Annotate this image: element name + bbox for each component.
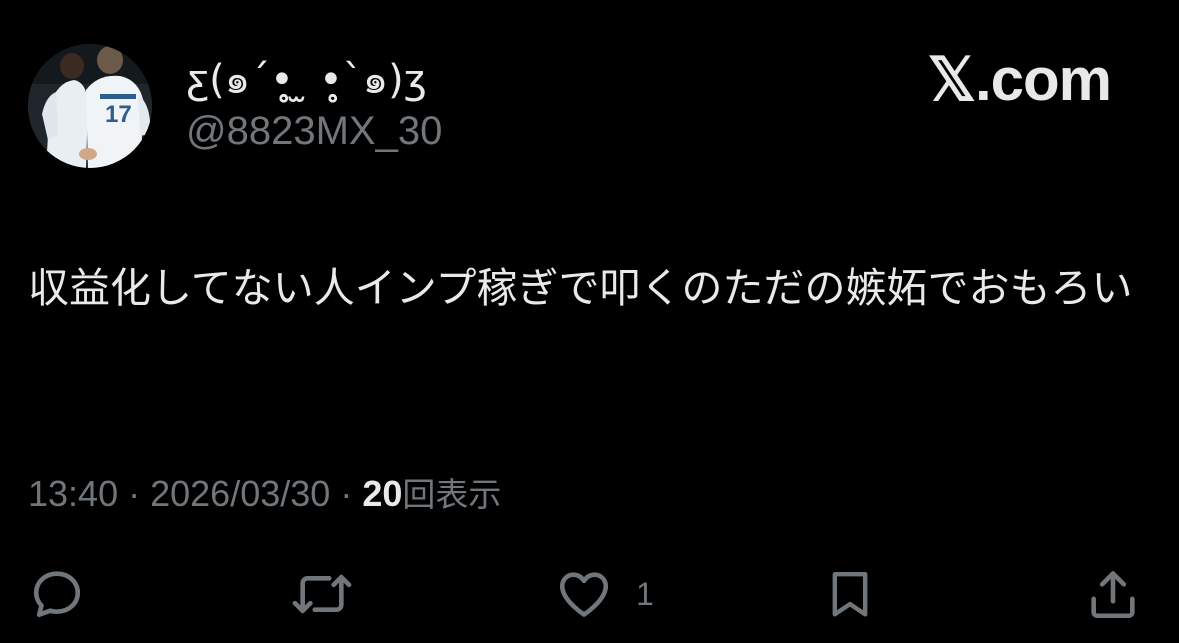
share-icon	[1091, 571, 1135, 619]
profile-photo: 17	[28, 44, 152, 168]
reply-button[interactable]	[28, 562, 86, 626]
like-button[interactable]: 1	[554, 562, 654, 626]
repost-icon	[292, 574, 352, 614]
avatar[interactable]: 17	[28, 44, 152, 168]
like-count: 1	[636, 575, 654, 612]
share-button[interactable]	[1084, 562, 1142, 626]
reply-icon	[33, 571, 81, 618]
tweet-text: 収益化してない人インプ稼ぎで叩くのただの嫉妬でおもろい	[28, 264, 1133, 312]
x-brand-logo: 𝕏.com	[927, 46, 1112, 113]
tweet-date[interactable]: 2026/03/30	[150, 473, 330, 514]
views-label: 回表示	[402, 475, 502, 514]
repost-button[interactable]	[290, 562, 354, 626]
bookmark-icon	[832, 571, 868, 617]
view-count: 20	[362, 473, 403, 514]
meta-separator: ·	[340, 473, 363, 514]
tweet-metadata: 13:40 · 2026/03/30 · 20回表示	[28, 470, 501, 519]
tweet-time[interactable]: 13:40	[28, 473, 118, 514]
meta-separator: ·	[128, 473, 151, 514]
bookmark-button[interactable]	[822, 562, 878, 626]
display-name[interactable]: ƹ(๑´•̥̥̥̥̥̥̥̥̥̥ ̫ •̥̥̥̥̥̥̥̥̥̥`๑)ʒ	[186, 52, 427, 108]
heart-icon	[559, 572, 609, 617]
user-handle[interactable]: @8823MX_30	[186, 106, 442, 156]
action-bar: 1	[0, 562, 1179, 626]
svg-text:17: 17	[105, 101, 132, 128]
